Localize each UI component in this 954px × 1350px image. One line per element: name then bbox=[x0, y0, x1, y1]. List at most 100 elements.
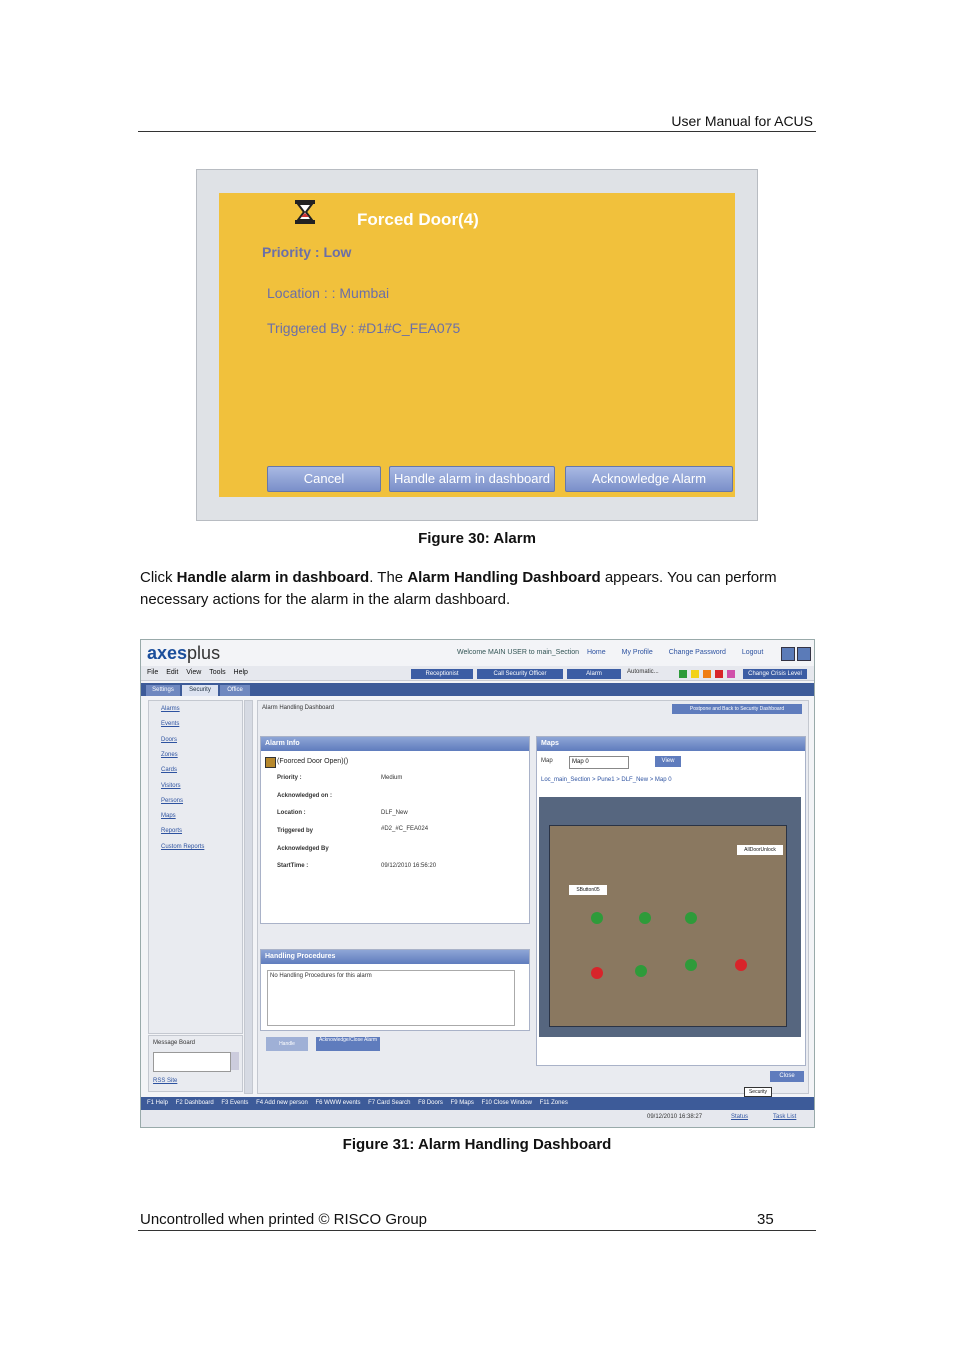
menu-file[interactable]: File bbox=[147, 669, 158, 676]
close-button[interactable]: Close bbox=[770, 1071, 804, 1082]
alarm-field-label: Priority : bbox=[277, 775, 302, 781]
security-tooltip: Security bbox=[744, 1087, 772, 1097]
alarm-field-label: Location : bbox=[277, 810, 306, 816]
bottom-status-bar: 09/12/2010 16:38:27 Status Task List bbox=[141, 1110, 814, 1127]
minimize-icon[interactable] bbox=[781, 647, 795, 661]
sidebar-item-custom-reports[interactable]: Custom Reports bbox=[161, 844, 204, 850]
menu-help[interactable]: Help bbox=[234, 669, 248, 676]
message-board-input[interactable] bbox=[153, 1052, 231, 1072]
status-link[interactable]: Status bbox=[731, 1114, 748, 1120]
handling-procedures-text: No Handling Procedures for this alarm bbox=[267, 970, 515, 1026]
sidebar-item-cards[interactable]: Cards bbox=[161, 767, 177, 773]
shortcut-f6[interactable]: F6 WWW events bbox=[315, 1100, 360, 1106]
shortcut-f1[interactable]: F1 Help bbox=[147, 1100, 168, 1106]
handle-button[interactable]: Handle bbox=[266, 1037, 308, 1051]
shortcut-f2[interactable]: F2 Dashboard bbox=[176, 1100, 214, 1106]
sidebar-item-reports[interactable]: Reports bbox=[161, 828, 182, 834]
shortcut-f7[interactable]: F7 Card Search bbox=[368, 1100, 410, 1106]
alarm-field-value: Medium bbox=[381, 775, 403, 781]
alarm-field-label: StartTime : bbox=[277, 863, 309, 869]
task-list-link[interactable]: Task List bbox=[773, 1114, 796, 1120]
alarm-popup: Forced Door(4) Priority : Low Location :… bbox=[219, 193, 735, 497]
shortcut-f4[interactable]: F4 Add new person bbox=[256, 1100, 308, 1106]
menu-tools[interactable]: Tools bbox=[209, 669, 225, 676]
sidebar-item-doors[interactable]: Doors bbox=[161, 737, 177, 743]
shortcut-f9[interactable]: F9 Maps bbox=[451, 1100, 474, 1106]
alarm-info-panel: Alarm Info (Foorced Door Open)() Priorit… bbox=[260, 736, 530, 924]
link-my-profile[interactable]: My Profile bbox=[622, 649, 653, 656]
change-crisis-level-button[interactable]: Change Crisis Level bbox=[743, 669, 807, 679]
tab-office[interactable]: Office bbox=[220, 685, 250, 696]
crisis-purple[interactable] bbox=[727, 670, 735, 678]
map-select[interactable]: Map 0 bbox=[569, 756, 629, 769]
crisis-red[interactable] bbox=[715, 670, 723, 678]
door-unlock-label[interactable]: AllDoorUnlock bbox=[737, 845, 783, 855]
map-label: Map bbox=[541, 758, 553, 764]
green-status-icon[interactable] bbox=[685, 959, 697, 971]
link-change-password[interactable]: Change Password bbox=[669, 649, 726, 656]
sidebar-item-alarms[interactable]: Alarms bbox=[161, 706, 180, 712]
acknowledge-close-button[interactable]: Acknowledge/Close Alarm bbox=[316, 1037, 380, 1051]
red-status-icon[interactable] bbox=[735, 959, 747, 971]
crisis-yellow[interactable] bbox=[691, 670, 699, 678]
page-number: 35 bbox=[757, 1211, 774, 1228]
sidebar-item-visitors[interactable]: Visitors bbox=[161, 783, 181, 789]
body-paragraph: Click Handle alarm in dashboard. The Ala… bbox=[140, 569, 777, 608]
tab-security[interactable]: Security bbox=[182, 685, 218, 696]
link-home[interactable]: Home bbox=[587, 649, 606, 656]
sidebar-item-zones[interactable]: Zones bbox=[161, 752, 178, 758]
sidebar: Alarms Events Doors Zones Cards Visitors… bbox=[148, 700, 243, 1034]
green-status-icon[interactable] bbox=[591, 912, 603, 924]
green-status-icon[interactable] bbox=[685, 912, 697, 924]
message-board-label: Message Board bbox=[153, 1040, 196, 1046]
call-security-button[interactable]: Call Security Officer bbox=[477, 669, 563, 679]
alarm-info-title: (Foorced Door Open)() bbox=[277, 758, 349, 765]
cancel-button[interactable]: Cancel bbox=[267, 466, 381, 492]
link-logout[interactable]: Logout bbox=[742, 649, 763, 656]
sidebar-splitter[interactable] bbox=[244, 700, 253, 1094]
datetime: 09/12/2010 16:38:27 bbox=[647, 1114, 703, 1120]
sbutton-label[interactable]: SButton05 bbox=[569, 885, 607, 895]
alarm-field-label: Acknowledged By bbox=[277, 846, 329, 852]
menu-view[interactable]: View bbox=[186, 669, 201, 676]
green-status-icon[interactable] bbox=[639, 912, 651, 924]
menu-edit[interactable]: Edit bbox=[166, 669, 178, 676]
green-status-icon[interactable] bbox=[635, 965, 647, 977]
view-button[interactable]: View bbox=[655, 756, 681, 767]
shortcut-f3[interactable]: F3 Events bbox=[221, 1100, 248, 1106]
receptionist-button[interactable]: Receptionist bbox=[411, 669, 473, 679]
close-window-icon[interactable] bbox=[797, 647, 811, 661]
figure-alarm-popup: Forced Door(4) Priority : Low Location :… bbox=[196, 169, 758, 521]
red-status-icon[interactable] bbox=[591, 967, 603, 979]
crisis-green[interactable] bbox=[679, 670, 687, 678]
floor-map[interactable]: SButton05 AllDoorUnlock bbox=[539, 797, 801, 1037]
handle-alarm-button[interactable]: Handle alarm in dashboard bbox=[389, 466, 555, 492]
sidebar-item-maps[interactable]: Maps bbox=[161, 813, 176, 819]
shortcut-f10[interactable]: F10 Close Window bbox=[482, 1100, 532, 1106]
rss-link[interactable]: RSS Site bbox=[153, 1078, 177, 1084]
footer-text: Uncontrolled when printed © RISCO Group bbox=[140, 1211, 428, 1228]
sidebar-item-persons[interactable]: Persons bbox=[161, 798, 183, 804]
maps-panel: Maps Map Map 0 View Loc_main_Section > P… bbox=[536, 736, 806, 1066]
tab-settings[interactable]: Settings bbox=[146, 685, 180, 696]
alarm-button[interactable]: Alarm bbox=[567, 669, 621, 679]
axesplus-logo: axesplus bbox=[147, 643, 221, 663]
crisis-orange[interactable] bbox=[703, 670, 711, 678]
dashboard-main: Alarm Handling Dashboard Postpone and Ba… bbox=[257, 700, 809, 1097]
header-rule bbox=[138, 131, 816, 132]
acknowledge-alarm-button[interactable]: Acknowledge Alarm bbox=[565, 466, 733, 492]
message-board-scrollbar[interactable] bbox=[231, 1052, 239, 1070]
maps-header: Maps bbox=[537, 737, 805, 751]
shortcut-f8[interactable]: F8 Doors bbox=[418, 1100, 443, 1106]
postpone-button[interactable]: Postpone and Back to Security Dashboard bbox=[672, 704, 802, 714]
alarm-field-label: Acknowledged on : bbox=[277, 793, 333, 799]
alarm-field-value: DLF_New bbox=[381, 810, 408, 816]
page-header-text: User Manual for ACUS bbox=[671, 113, 813, 129]
top-links: Welcome MAIN USER to main_Section Home M… bbox=[457, 649, 763, 656]
alarm-field-label: Triggered by bbox=[277, 828, 314, 834]
sidebar-item-events[interactable]: Events bbox=[161, 721, 179, 727]
shortcut-bar: F1 Help F2 Dashboard F3 Events F4 Add ne… bbox=[141, 1097, 814, 1110]
shortcut-f11[interactable]: F11 Zones bbox=[540, 1100, 568, 1106]
welcome-text: Welcome MAIN USER to main_Section bbox=[457, 649, 580, 656]
hourglass-icon bbox=[291, 198, 319, 226]
